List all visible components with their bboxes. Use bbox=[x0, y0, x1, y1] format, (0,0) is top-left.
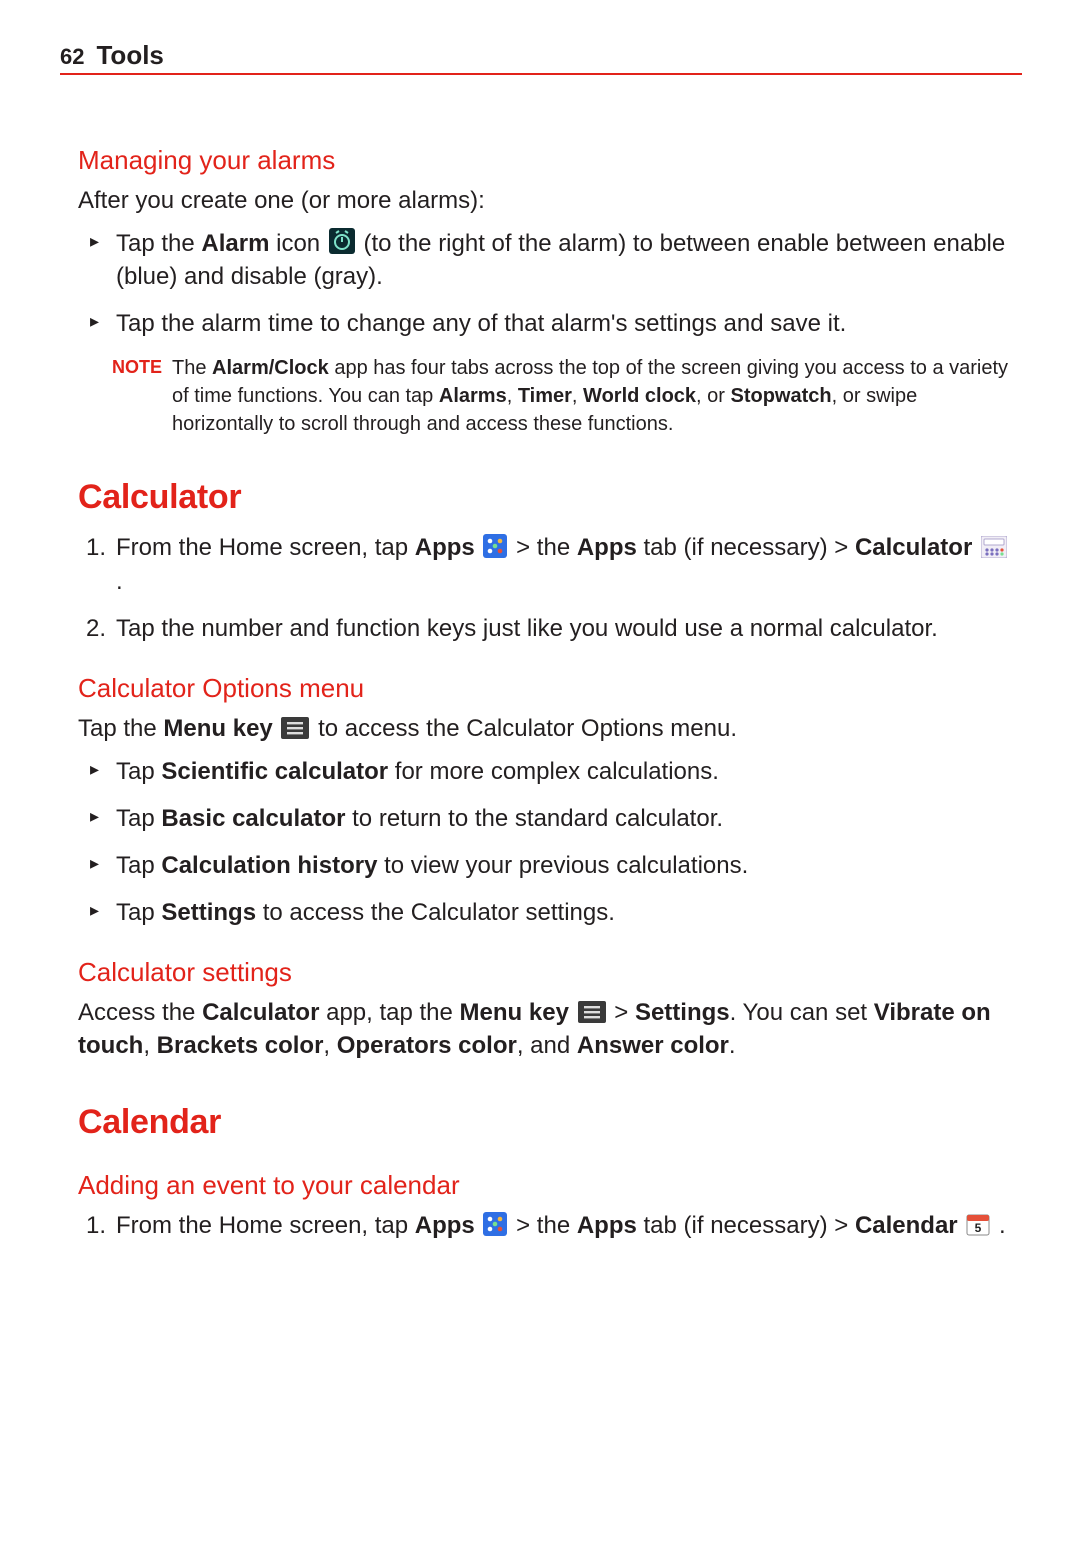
calc-step-1: From the Home screen, tap Apps > the App… bbox=[84, 531, 1022, 597]
alarm-bullet-2: Tap the alarm time to change any of that… bbox=[84, 307, 1022, 340]
alarm-clock-icon bbox=[329, 228, 355, 254]
calc-options-intro: Tap the Menu key to access the Calculato… bbox=[78, 712, 1022, 745]
calculator-steps: From the Home screen, tap Apps > the App… bbox=[78, 531, 1022, 644]
opt-settings: Tap Settings to access the Calculator se… bbox=[84, 896, 1022, 929]
svg-text:5: 5 bbox=[975, 1221, 982, 1235]
heading-managing-alarms: Managing your alarms bbox=[78, 145, 1022, 176]
apps-grid-icon bbox=[483, 1212, 507, 1236]
calendar-step-1: From the Home screen, tap Apps > the App… bbox=[84, 1209, 1022, 1242]
heading-calendar: Calendar bbox=[78, 1103, 1022, 1142]
content: Managing your alarms After you create on… bbox=[78, 145, 1022, 1242]
calc-options-list: Tap Scientific calculator for more compl… bbox=[78, 755, 1022, 929]
apps-grid-icon bbox=[483, 534, 507, 558]
heading-calc-options: Calculator Options menu bbox=[78, 673, 1022, 704]
chapter-title: Tools bbox=[96, 40, 163, 71]
menu-key-icon bbox=[578, 1001, 606, 1023]
calendar-steps: From the Home screen, tap Apps > the App… bbox=[78, 1209, 1022, 1242]
note-body: The Alarm/Clock app has four tabs across… bbox=[172, 354, 1022, 438]
calculator-app-icon bbox=[981, 536, 1007, 558]
manual-page: 62 Tools Managing your alarms After you … bbox=[0, 0, 1080, 1552]
alarms-intro: After you create one (or more alarms): bbox=[78, 184, 1022, 217]
calc-step-2: Tap the number and function keys just li… bbox=[84, 612, 1022, 645]
note-block: NOTE The Alarm/Clock app has four tabs a… bbox=[112, 354, 1022, 438]
page-header: 62 Tools bbox=[60, 40, 1022, 75]
menu-key-icon bbox=[281, 717, 309, 739]
note-label: NOTE bbox=[112, 354, 162, 438]
heading-calculator: Calculator bbox=[78, 478, 1022, 517]
page-number: 62 bbox=[60, 44, 84, 70]
alarms-list: Tap the Alarm icon (to the right of the … bbox=[78, 227, 1022, 340]
heading-add-event: Adding an event to your calendar bbox=[78, 1170, 1022, 1201]
opt-history: Tap Calculation history to view your pre… bbox=[84, 849, 1022, 882]
opt-basic: Tap Basic calculator to return to the st… bbox=[84, 802, 1022, 835]
heading-calc-settings: Calculator settings bbox=[78, 957, 1022, 988]
opt-scientific: Tap Scientific calculator for more compl… bbox=[84, 755, 1022, 788]
calendar-app-icon: 5 bbox=[966, 1212, 990, 1236]
alarm-bullet-1: Tap the Alarm icon (to the right of the … bbox=[84, 227, 1022, 293]
calc-settings-text: Access the Calculator app, tap the Menu … bbox=[78, 996, 1022, 1062]
